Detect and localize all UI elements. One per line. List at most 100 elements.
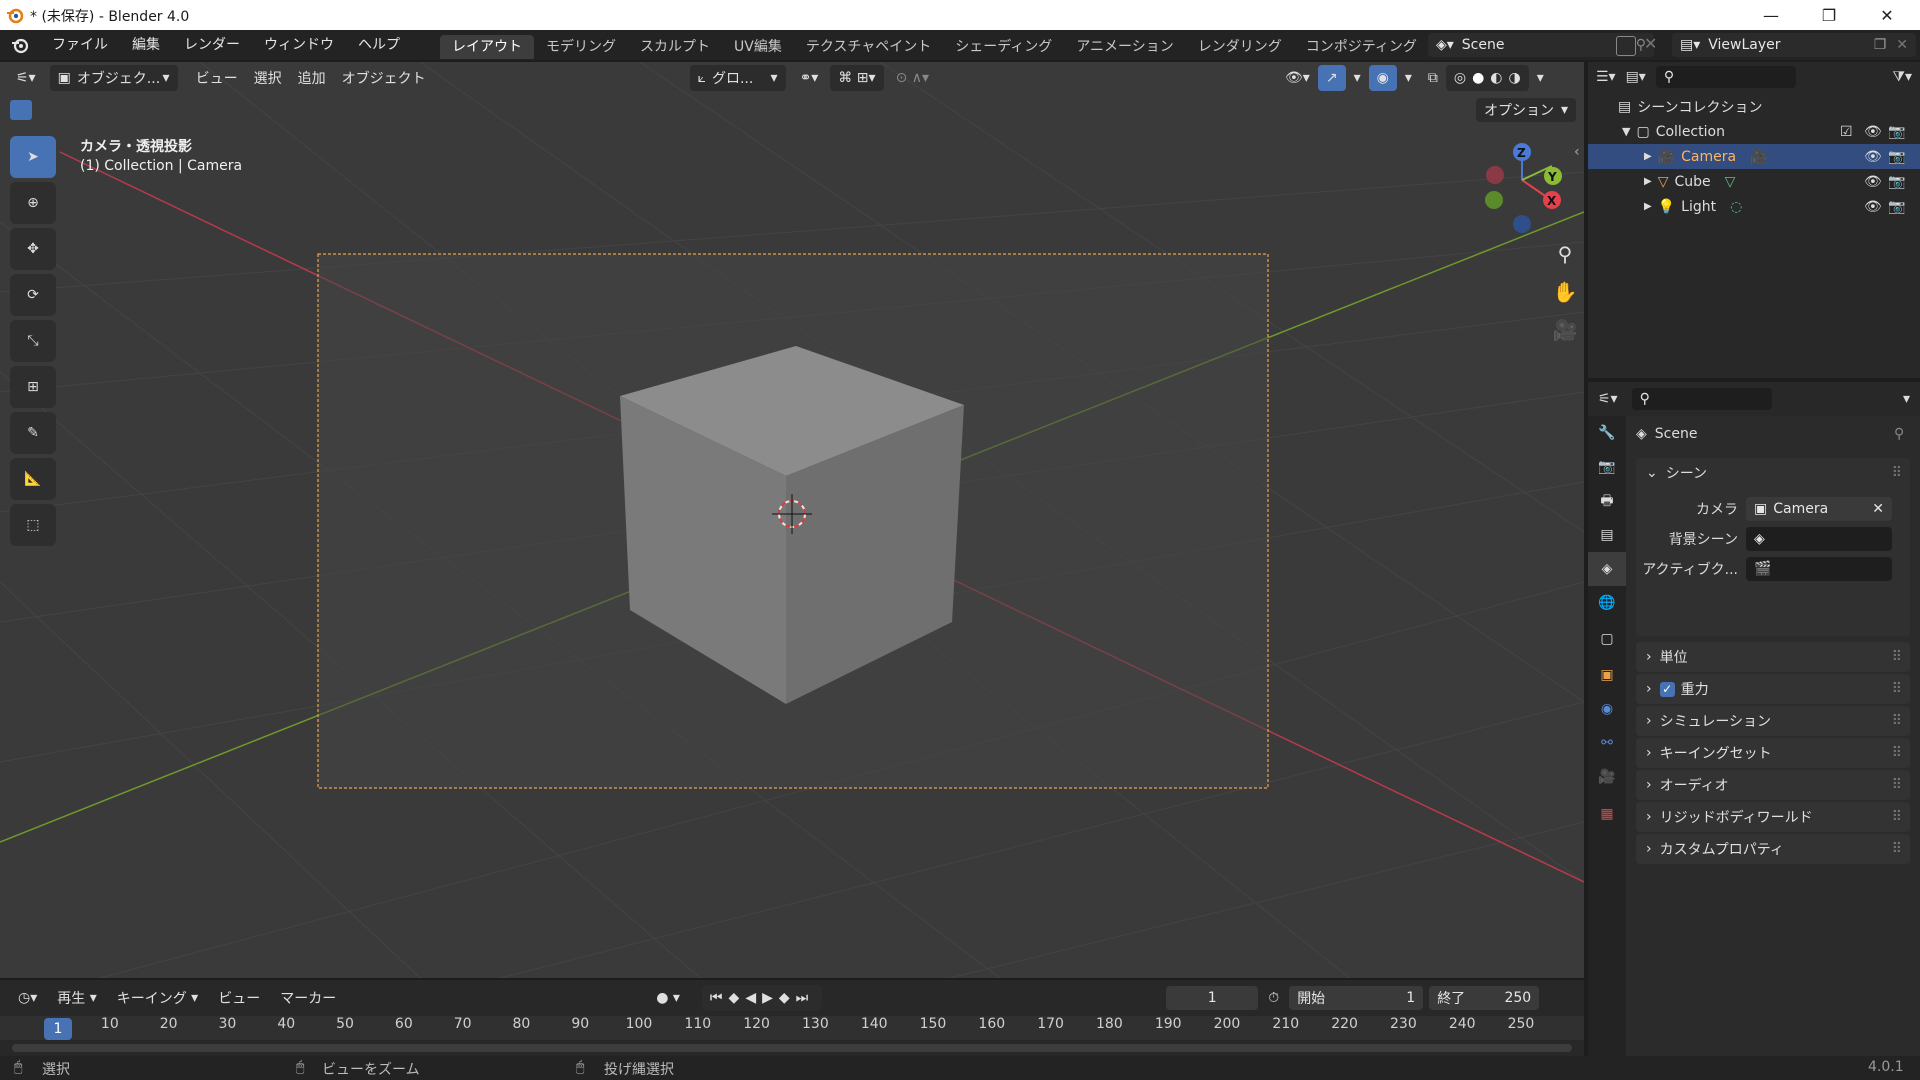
tab-layout[interactable]: レイアウト [440,34,534,59]
panel-rigid-body-world[interactable]: › リジッドボディワールド ⠿ [1636,802,1910,832]
tool-tab-icon[interactable]: 🔧 [1588,416,1626,450]
clear-icon[interactable]: ✕ [1872,501,1884,517]
select-box-tool-icon[interactable]: ➤ [10,136,56,178]
bg-scene-field[interactable]: ◈ [1746,527,1892,551]
overlays-toggle-icon[interactable]: ◉ [1368,65,1397,91]
menu-render[interactable]: レンダー [172,30,252,60]
pivot-point-icon[interactable]: ⚭▾ [792,65,827,91]
drag-handle-icon[interactable]: ⠿ [1892,777,1902,793]
current-frame-input[interactable]: 1 [1166,986,1259,1010]
filter-icon[interactable]: ⧩▾ [1892,69,1912,85]
tab-sculpting[interactable]: スカルプト [628,35,722,59]
menu-object[interactable]: オブジェクト [334,65,434,91]
camera-view-icon[interactable]: 🎥 [1550,318,1580,348]
scene-tab-icon[interactable]: ◈ [1588,552,1626,586]
tab-texture-paint[interactable]: テクスチャペイント [794,35,943,59]
rendered-shading-icon[interactable]: ◑ [1509,70,1521,86]
record-icon[interactable]: ● ▾ [648,985,688,1011]
outliner-root[interactable]: ▤ シーンコレクション [1588,94,1920,119]
menu-help[interactable]: ヘルプ [346,30,412,60]
outliner-editor-icon[interactable]: ☰▾ [1596,69,1616,85]
navigation-gizmo[interactable]: Z X Y [1485,143,1562,233]
shading-modes[interactable]: ◎ ● ◐ ◑ [1445,65,1529,91]
snap-icon[interactable]: ⌘ ⊞▾ [830,65,884,91]
stopwatch-icon[interactable]: ⏱ [1268,990,1279,1006]
drag-handle-icon[interactable]: ⠿ [1892,745,1902,761]
render-camera-icon[interactable]: 📷 [1888,124,1905,140]
outliner-search-input[interactable]: ⚲ [1655,66,1796,88]
render-tab-icon[interactable]: 📷 [1588,450,1626,484]
render-camera-icon[interactable]: 📷 [1888,149,1905,165]
menu-add[interactable]: 追加 [290,65,334,91]
move-tool-icon[interactable]: ✥ [10,228,56,270]
drag-handle-icon[interactable]: ⠿ [1892,713,1902,729]
outliner-item-camera[interactable]: ▶ 🎥 Camera 🎥 👁 📷 [1588,144,1920,169]
menu-window[interactable]: ウィンドウ [252,30,346,60]
playback-controls[interactable]: ⏮ ◆ ◀ ▶ ◆ ⏭ [701,985,823,1011]
pan-hand-icon[interactable]: ✋ [1550,280,1580,310]
panel-custom-properties[interactable]: › カスタムプロパティ ⠿ [1636,834,1910,864]
add-cube-tool-icon[interactable]: ⬚ [10,504,56,546]
tab-compositing[interactable]: コンポジティング [1294,35,1429,59]
eye-icon[interactable]: 👁 [1864,199,1882,215]
view-layer-tab-icon[interactable]: ▤ [1588,518,1626,552]
render-camera-icon[interactable]: 📷 [1888,199,1905,215]
playhead[interactable]: 1 [44,1018,72,1040]
minimize-button[interactable]: — [1742,0,1800,30]
scene-panel-header[interactable]: ⌄ シーン ⠿ [1636,458,1910,488]
gravity-checkbox[interactable]: ✓ [1659,681,1675,697]
render-camera-icon[interactable]: 📷 [1888,174,1905,190]
delete-viewlayer-icon[interactable]: ✕ [1896,37,1908,53]
options-dropdown[interactable]: オプション ▾ [1476,98,1576,122]
menu-file[interactable]: ファイル [40,30,120,60]
sidebar-toggle-icon[interactable]: ‹ [1574,144,1580,160]
pin-icon[interactable]: ⚲ [1894,426,1904,442]
3d-viewport[interactable]: Z X Y カメラ・透視投影 (1) Collection | Camera ⚲… [0,62,1584,978]
panel-simulation[interactable]: › シミュレーション ⠿ [1636,706,1910,736]
mesh-data-icon[interactable]: ▽ [1725,174,1736,190]
menu-timeline-view[interactable]: ビュー [210,985,268,1011]
proportional-edit-icon[interactable]: ⊙ ∧▾ [888,65,937,91]
eye-icon[interactable]: 👁 [1864,174,1882,190]
select-invert-icon[interactable] [82,100,104,120]
select-extend-icon[interactable] [34,100,56,120]
eye-icon[interactable]: 👁 [1864,124,1882,140]
menu-playback[interactable]: 再生 ▾ [49,985,104,1011]
display-mode-icon[interactable]: ▤▾ [1626,69,1646,85]
solid-shading-icon[interactable]: ● [1472,70,1484,86]
panel-audio[interactable]: › オーディオ ⠿ [1636,770,1910,800]
play-icon[interactable]: ▶ [762,990,779,1006]
mode-select[interactable]: ▣ オブジェク... ▾ [49,65,178,91]
maximize-button[interactable]: ❐ [1800,0,1858,30]
gizmo-toggle-icon[interactable]: ↗ [1317,65,1346,91]
play-reverse-icon[interactable]: ◀ [745,990,762,1006]
outliner-collection-row[interactable]: ▼ ▢ Collection ☑ 👁 📷 [1588,119,1920,144]
menu-select[interactable]: 選択 [246,65,290,91]
jump-start-icon[interactable]: ⏮ [710,990,729,1006]
expand-arrow-icon[interactable]: ▶ [1644,176,1652,187]
viewlayer-selector[interactable]: ▤▾ ViewLayer ❐ ✕ [1672,33,1916,57]
drag-handle-icon[interactable]: ⠿ [1892,649,1902,665]
close-window-button[interactable]: ✕ [1858,0,1916,30]
drag-handle-icon[interactable]: ⠿ [1892,681,1902,697]
blender-menu-icon[interactable] [0,30,40,60]
visibility-icon[interactable]: 👁▾ [1277,65,1318,91]
start-frame-field[interactable]: 開始 1 [1289,986,1424,1010]
jump-end-icon[interactable]: ⏭ [796,990,815,1006]
select-new-icon[interactable] [10,100,32,120]
next-keyframe-icon[interactable]: ◆ [779,990,796,1006]
menu-marker[interactable]: マーカー [272,985,344,1011]
rotate-tool-icon[interactable]: ⟳ [10,274,56,316]
expand-arrow-icon[interactable]: ▼ [1622,125,1630,138]
camera-prop-field[interactable]: ▣ Camera ✕ [1746,497,1892,521]
active-clip-field[interactable]: 🎬 [1746,557,1892,581]
zoom-icon[interactable]: ⚲ [1550,242,1580,272]
tab-modeling[interactable]: モデリング [534,35,628,59]
panel-keying-sets[interactable]: › キーイングセット ⠿ [1636,738,1910,768]
annotate-tool-icon[interactable]: ✎ [10,412,56,454]
timeline-scrollbar[interactable] [12,1044,1572,1052]
select-subtract-icon[interactable] [58,100,80,120]
delete-scene-icon[interactable]: ✕ [1644,34,1657,53]
measure-tool-icon[interactable]: 📐 [10,458,56,500]
output-tab-icon[interactable]: 🖶 [1588,484,1626,518]
